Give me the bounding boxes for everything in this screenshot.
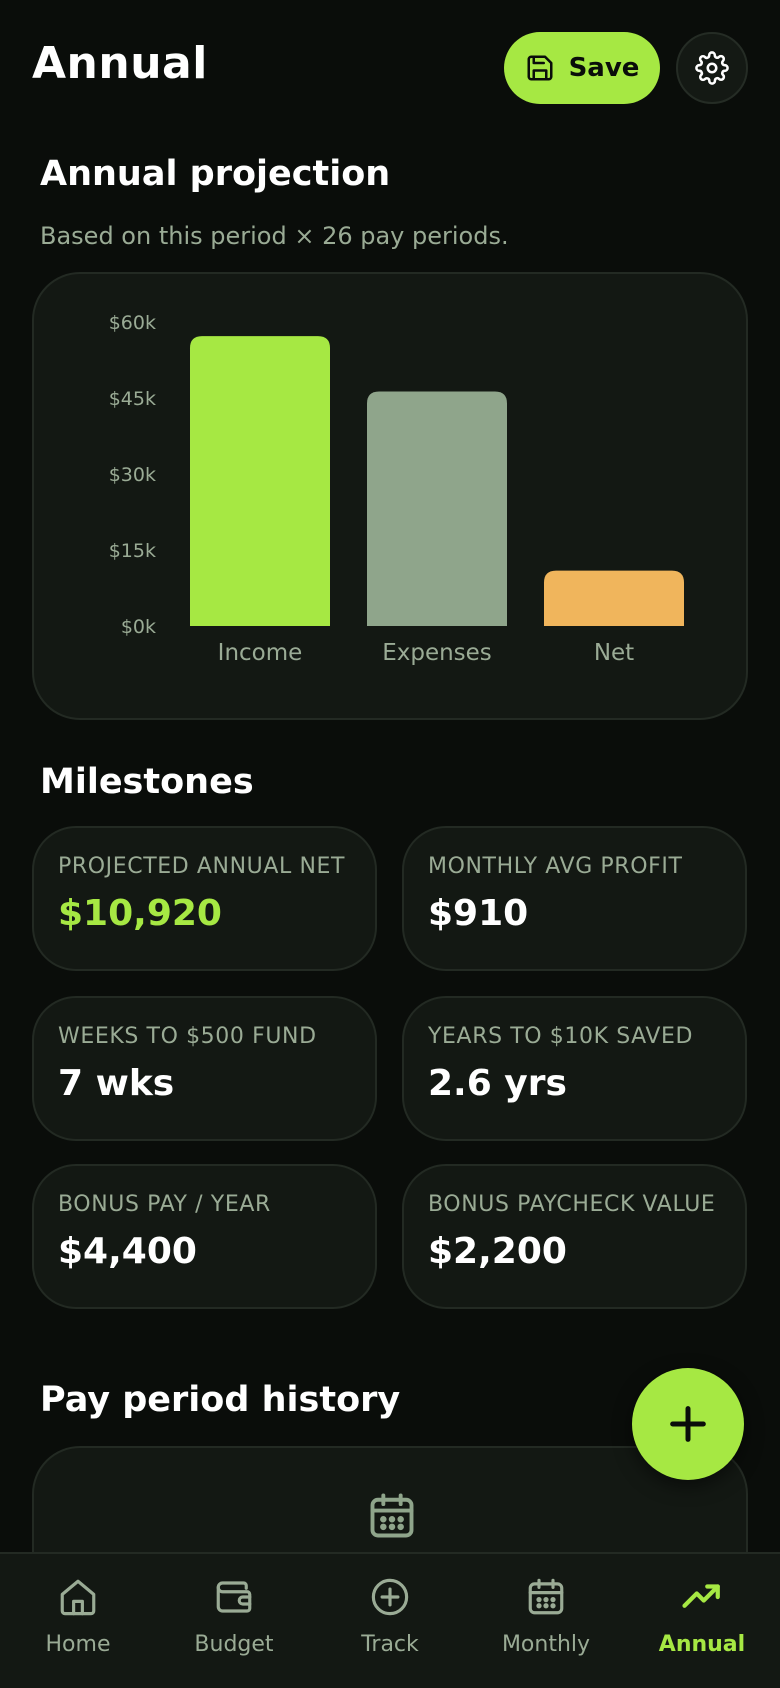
settings-button[interactable]	[676, 32, 748, 104]
nav-label: Annual	[658, 1632, 746, 1657]
y-tick-label: $30k	[109, 464, 156, 486]
header: Annual Save	[0, 0, 780, 136]
gear-icon	[695, 51, 729, 85]
stat-value: $2,200	[428, 1231, 567, 1272]
stat-card-bonus-pay-year: BONUS PAY / YEAR $4,400	[32, 1164, 377, 1309]
calendar-icon	[528, 1578, 564, 1615]
nav-item-track[interactable]: Track	[312, 1554, 468, 1688]
stat-card-bonus-paycheck-value: BONUS PAYCHECK VALUE $2,200	[402, 1164, 747, 1309]
wallet-icon	[216, 1581, 252, 1613]
stat-label: BONUS PAY / YEAR	[58, 1192, 271, 1217]
plus-circle-icon	[371, 1578, 409, 1616]
nav-label: Home	[45, 1632, 111, 1657]
projection-chart: $0k $15k $30k $45k $60k Income Expenses Net	[109, 312, 684, 666]
stat-label: WEEKS TO $500 FUND	[58, 1024, 317, 1049]
nav-item-home[interactable]: Home	[0, 1554, 156, 1688]
y-tick-label: $15k	[109, 540, 156, 562]
stat-value: 7 wks	[58, 1063, 175, 1104]
save-button-label: Save	[568, 53, 640, 83]
x-category-label: Income	[218, 640, 303, 666]
milestones-title: Milestones	[40, 762, 254, 802]
stat-label: MONTHLY AVG PROFIT	[428, 854, 683, 879]
nav-label: Monthly	[501, 1632, 591, 1657]
y-tick-label: $45k	[109, 388, 156, 410]
stat-label: YEARS TO $10K SAVED	[428, 1024, 694, 1049]
add-entry-fab[interactable]	[632, 1368, 744, 1480]
bar-expenses	[367, 391, 507, 626]
x-category-label: Net	[594, 640, 634, 666]
plus-icon	[670, 1406, 706, 1442]
nav-item-budget[interactable]: Budget	[156, 1554, 312, 1688]
annual-screen: Annual Save Annual projection Based on t…	[0, 0, 780, 1688]
stat-card-projected-annual-net: PROJECTED ANNUAL NET $10,920	[32, 826, 377, 971]
stat-card-monthly-avg-profit: MONTHLY AVG PROFIT $910	[402, 826, 747, 971]
calendar-icon	[370, 1493, 414, 1538]
stat-card-weeks-to-fund: WEEKS TO $500 FUND 7 wks	[32, 996, 377, 1141]
stat-value: 2.6 yrs	[428, 1063, 567, 1104]
bottom-nav: Home Budget Track Monthly Annual	[0, 1552, 780, 1688]
history-title: Pay period history	[40, 1380, 401, 1420]
projection-chart-card: $0k $15k $30k $45k $60k Income Expenses Net	[32, 272, 748, 720]
bar-net	[544, 570, 684, 626]
stat-card-years-to-saved: YEARS TO $10K SAVED 2.6 yrs	[402, 996, 747, 1141]
bar-income	[190, 336, 330, 626]
save-button[interactable]: Save	[504, 32, 660, 104]
nav-item-annual[interactable]: Annual	[624, 1554, 780, 1688]
y-tick-label: $0k	[121, 616, 156, 638]
nav-label: Budget	[194, 1632, 274, 1657]
stat-value: $10,920	[58, 893, 222, 934]
nav-label: Track	[361, 1632, 419, 1657]
nav-item-monthly[interactable]: Monthly	[468, 1554, 624, 1688]
stat-label: PROJECTED ANNUAL NET	[58, 854, 346, 879]
x-category-label: Expenses	[382, 640, 492, 666]
save-icon	[527, 55, 553, 81]
projection-subtitle: Based on this period × 26 pay periods.	[40, 222, 509, 250]
home-icon	[60, 1579, 96, 1616]
stat-value: $910	[428, 893, 529, 934]
projection-title: Annual projection	[40, 154, 391, 194]
y-tick-label: $60k	[109, 312, 156, 334]
stat-label: BONUS PAYCHECK VALUE	[428, 1192, 716, 1217]
stat-value: $4,400	[58, 1231, 197, 1272]
trending-up-icon	[682, 1584, 720, 1608]
page-title: Annual	[32, 38, 208, 89]
